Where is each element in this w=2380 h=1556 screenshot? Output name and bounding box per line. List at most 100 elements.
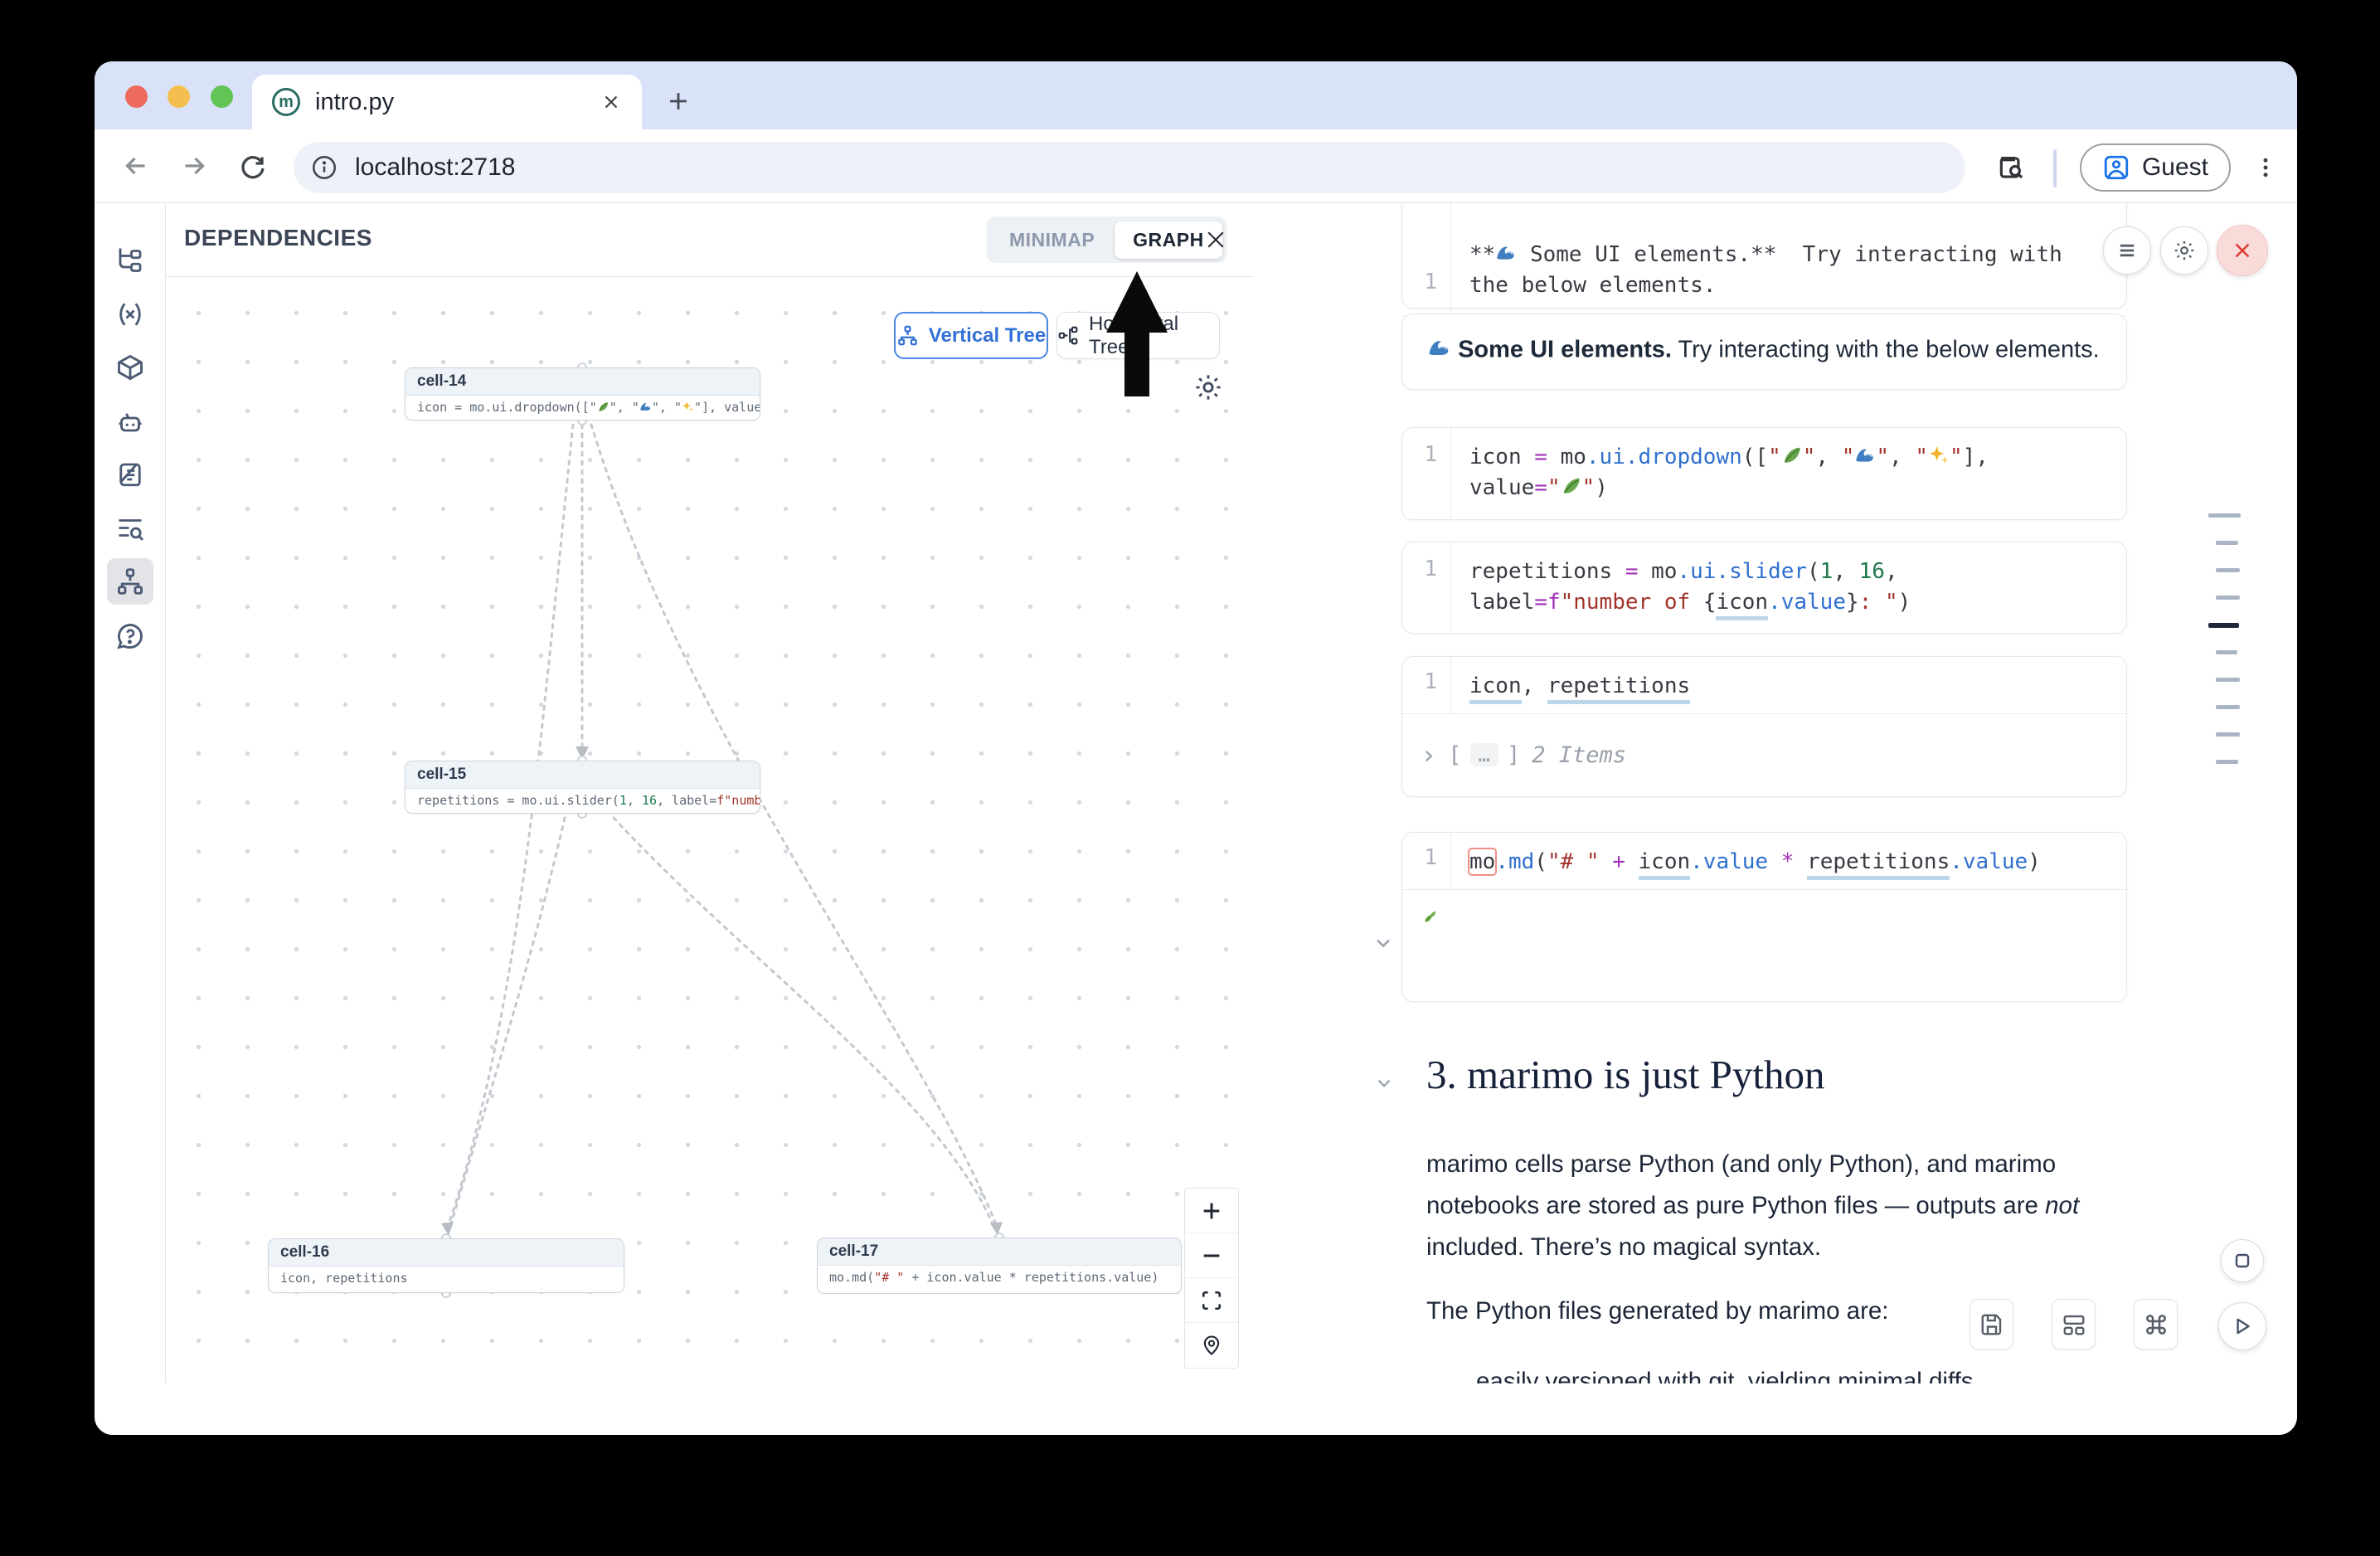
sidebar-item-packages[interactable] <box>107 344 153 391</box>
node-code: repetitions = mo.ui.slider(1, 16, label=… <box>406 789 760 812</box>
leaf-emoji-output <box>1424 911 1437 925</box>
output-collapse-chevron-icon[interactable] <box>1372 931 1395 955</box>
notebook-pane: 1 ** Some UI elements.** Try interacting… <box>1254 203 2297 1383</box>
node-title: cell-17 <box>818 1238 1181 1266</box>
cell-slider-code[interactable]: 1 repetitions = mo.ui.slider(1, 16,label… <box>1401 542 2127 634</box>
outline-dash[interactable] <box>2216 596 2240 600</box>
node-title: cell-16 <box>269 1239 624 1267</box>
cell-tuple-code[interactable]: 1 icon, repetitions › [ … ] 2 Items <box>1401 656 2127 797</box>
section-heading: 3. marimo is just Python <box>1426 1051 1825 1098</box>
sidebar-item-ai-bot[interactable] <box>107 400 153 446</box>
vertical-tree-button[interactable]: Vertical Tree <box>894 312 1048 359</box>
section-cut-line: easily versioned with git, yielding mini… <box>1476 1368 2206 1383</box>
node-code: icon = mo.ui.dropdown(["", "", ""], valu… <box>406 396 760 419</box>
graph-zoom-controls <box>1184 1188 1239 1369</box>
graph-node-cell-17[interactable]: cell-17 mo.md("# " + icon.value * repeti… <box>817 1238 1182 1294</box>
fit-view-button[interactable] <box>1185 1278 1238 1323</box>
line-number: 1 <box>1402 557 1450 581</box>
outline-rail[interactable] <box>2208 513 2258 779</box>
stop-button[interactable] <box>2221 1239 2264 1282</box>
graph-node-cell-15[interactable]: cell-15 repetitions = mo.ui.slider(1, 16… <box>405 761 760 814</box>
sidebar-item-help[interactable] <box>107 613 153 659</box>
cell-menu-button[interactable] <box>2103 226 2151 275</box>
line-number: 1 <box>1402 442 1450 467</box>
tab-search-icon[interactable] <box>1989 144 2035 191</box>
cell-output-leaf <box>1402 890 2126 946</box>
outline-dash[interactable] <box>2216 732 2240 737</box>
cell-code[interactable]: repetitions = mo.ui.slider(1, 16,label=f… <box>1450 542 2126 632</box>
sidebar-item-logs-search[interactable] <box>107 506 153 552</box>
outline-dash[interactable] <box>2208 513 2241 518</box>
outline-dash[interactable] <box>2208 623 2239 628</box>
tab-minimap[interactable]: MINIMAP <box>991 221 1113 259</box>
graph-node-cell-14[interactable]: cell-14 icon = mo.ui.dropdown(["", "", "… <box>405 367 760 421</box>
site-info-icon[interactable] <box>310 153 338 182</box>
outline-dash[interactable] <box>2216 541 2238 545</box>
outline-dash[interactable] <box>2216 678 2240 682</box>
horizontal-tree-button[interactable]: Horizontal Tree <box>1056 312 1220 359</box>
shutdown-button[interactable] <box>2217 225 2268 276</box>
zoom-in-button[interactable] <box>1185 1189 1238 1233</box>
tab-close-icon[interactable] <box>600 91 622 113</box>
sidebar-rail <box>95 203 166 1383</box>
cell-code[interactable]: icon = mo.ui.dropdown(["", "", ""],value… <box>1450 428 2126 518</box>
cell-code[interactable]: icon, repetitions <box>1450 657 2126 713</box>
line-number: 1 <box>1402 845 1450 870</box>
cell-code[interactable]: ** Some UI elements.** Try interacting w… <box>1450 203 2126 315</box>
forward-button[interactable] <box>171 143 217 189</box>
graph-settings-icon[interactable] <box>1192 372 1224 403</box>
line-number: 1 <box>1402 669 1450 694</box>
items-count-label: 2 Items <box>1532 742 1626 768</box>
node-title: cell-15 <box>406 761 760 789</box>
dependency-graph-canvas[interactable]: Vertical Tree Horizontal Tree cell-14 ic… <box>166 277 1254 1383</box>
node-code: mo.md("# " + icon.value * repetitions.va… <box>818 1266 1181 1289</box>
url-bar[interactable]: localhost:2718 <box>294 142 1965 193</box>
collapsed-ellipsis[interactable]: … <box>1470 743 1498 766</box>
cell-settings-button[interactable] <box>2160 226 2208 275</box>
graph-node-cell-16[interactable]: cell-16 icon, repetitions <box>268 1238 624 1293</box>
expand-chevron-icon[interactable]: › <box>1421 739 1436 771</box>
sidebar-item-file-tree[interactable] <box>107 236 153 283</box>
sidebar-item-scratchpad[interactable] <box>107 451 153 498</box>
cell-output-collapsed[interactable]: › [ … ] 2 Items <box>1402 714 2126 795</box>
keyboard-shortcuts-button[interactable] <box>2134 1299 2178 1349</box>
cell-markdown-source[interactable]: 1 ** Some UI elements.** Try interacting… <box>1401 203 2127 309</box>
toolbar-separator <box>2053 149 2057 187</box>
browser-tab[interactable]: m intro.py <box>252 75 642 129</box>
back-button[interactable] <box>113 143 159 189</box>
cell-code[interactable]: mo.md("# " + icon.value * repetitions.va… <box>1450 833 2126 889</box>
save-button[interactable] <box>1970 1299 2013 1349</box>
panel-title: DEPENDENCIES <box>184 225 372 251</box>
traffic-zoom-button[interactable] <box>211 85 233 108</box>
cell-momd-code[interactable]: 1 mo.md("# " + icon.value * repetitions.… <box>1401 832 2127 1002</box>
zoom-out-button[interactable] <box>1185 1233 1238 1278</box>
view-segmented-control: MINIMAP GRAPH <box>987 216 1226 263</box>
new-tab-button[interactable] <box>655 78 702 124</box>
run-button[interactable] <box>2218 1302 2266 1350</box>
browser-menu-icon[interactable] <box>2242 144 2289 191</box>
panel-close-icon[interactable] <box>1199 223 1232 256</box>
section-collapse-chevron-icon[interactable] <box>1373 1072 1395 1094</box>
sidebar-item-dependency-graph[interactable] <box>107 558 153 605</box>
bracket-open: [ <box>1448 742 1461 768</box>
reload-button[interactable] <box>229 143 275 189</box>
line-number: 1 <box>1402 270 1450 294</box>
markdown-text: Some UI elements. Try interacting with t… <box>1402 314 2126 386</box>
profile-button[interactable]: Guest <box>2080 143 2231 192</box>
outline-dash[interactable] <box>2216 568 2240 572</box>
center-view-button[interactable] <box>1185 1323 1238 1368</box>
bracket-close: ] <box>1507 742 1520 768</box>
outline-dash[interactable] <box>2216 705 2240 709</box>
horizontal-tree-label: Horizontal Tree <box>1089 313 1219 359</box>
layout-toggle-button[interactable] <box>2052 1299 2096 1349</box>
traffic-minimize-button[interactable] <box>168 85 190 108</box>
outline-dash[interactable] <box>2216 760 2238 764</box>
sidebar-item-variables[interactable] <box>107 291 153 338</box>
section-paragraph: marimo cells parse Python (and only Pyth… <box>1426 1144 2156 1268</box>
cell-dropdown-code[interactable]: 1 icon = mo.ui.dropdown(["", "", ""],val… <box>1401 427 2127 520</box>
traffic-close-button[interactable] <box>125 85 148 108</box>
outline-dash[interactable] <box>2216 650 2237 654</box>
cell-markdown-output[interactable]: Some UI elements. Try interacting with t… <box>1401 314 2127 390</box>
vertical-tree-label: Vertical Tree <box>929 324 1046 348</box>
url-text: localhost:2718 <box>355 153 515 182</box>
